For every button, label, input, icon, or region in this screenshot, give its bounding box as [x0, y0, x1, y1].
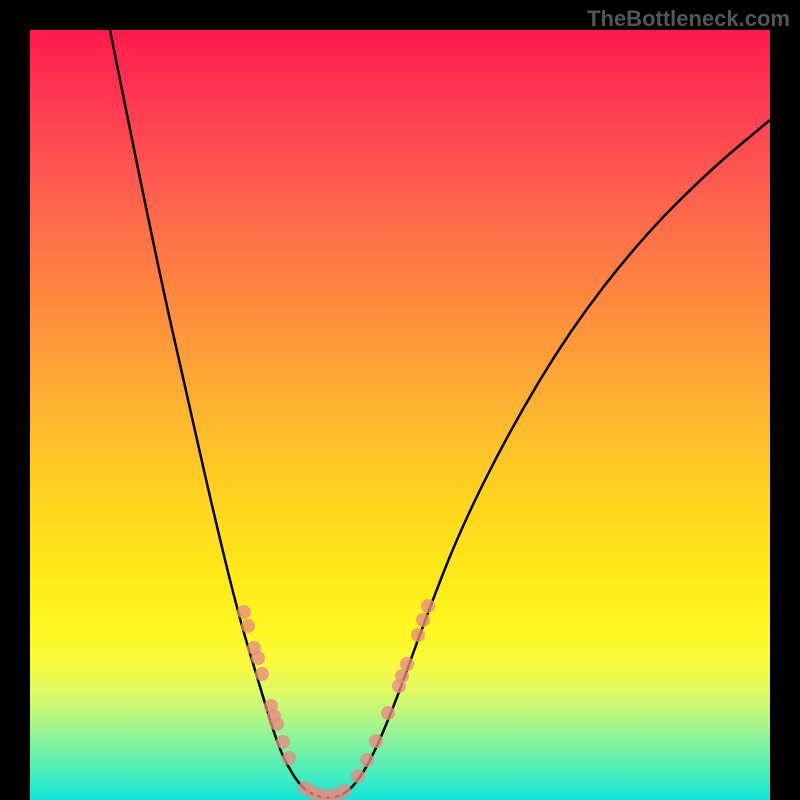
- data-point: [381, 706, 395, 720]
- plot-area: [30, 30, 770, 800]
- data-point: [421, 599, 435, 613]
- data-point: [241, 619, 255, 633]
- data-point: [416, 613, 430, 627]
- data-point: [251, 651, 265, 665]
- curve-line: [110, 30, 770, 798]
- chart-svg: [30, 30, 770, 800]
- data-markers: [237, 599, 435, 800]
- data-point: [276, 735, 290, 749]
- data-point: [351, 769, 365, 783]
- data-point: [237, 605, 251, 619]
- watermark-text: TheBottleneck.com: [587, 6, 790, 32]
- data-point: [337, 784, 351, 798]
- data-point: [400, 657, 414, 671]
- data-point: [255, 667, 269, 681]
- data-point: [369, 734, 383, 748]
- data-point: [395, 669, 409, 683]
- data-point: [282, 751, 296, 765]
- data-point: [360, 753, 374, 767]
- data-point: [270, 717, 284, 731]
- data-point: [411, 628, 425, 642]
